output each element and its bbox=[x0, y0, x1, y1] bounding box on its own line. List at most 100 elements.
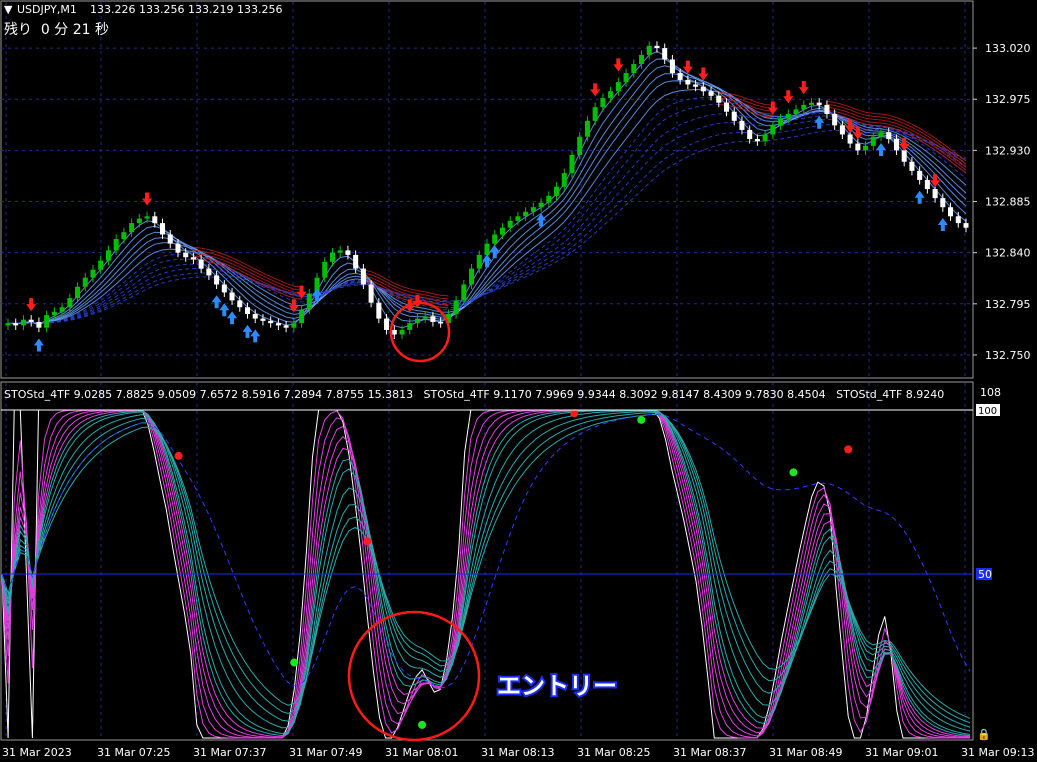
candle-body bbox=[584, 120, 590, 137]
candle-body bbox=[453, 300, 459, 315]
candle-body bbox=[275, 323, 281, 326]
candle-body bbox=[476, 254, 482, 269]
candle-body bbox=[901, 150, 907, 162]
candle-body bbox=[306, 293, 312, 310]
candle-body bbox=[870, 136, 876, 146]
time-tick-label: 31 Mar 09:01 bbox=[865, 746, 938, 759]
price-tick-label: 132.975 bbox=[985, 93, 1031, 106]
candle-body bbox=[685, 79, 691, 85]
candle-body bbox=[893, 139, 899, 151]
candle-body bbox=[523, 211, 529, 217]
ohlc-quote: 133.226 133.256 133.219 133.256 bbox=[90, 3, 282, 16]
candle-body bbox=[963, 223, 969, 228]
price-tick-label: 132.795 bbox=[985, 298, 1031, 311]
candle-body bbox=[391, 329, 397, 335]
time-tick-label: 31 Mar 07:49 bbox=[289, 746, 362, 759]
ma-line-down bbox=[440, 297, 449, 300]
candle-body bbox=[855, 143, 861, 151]
candle-body bbox=[662, 48, 668, 60]
candle-body bbox=[345, 250, 351, 255]
lock-icon: 🔒 bbox=[977, 728, 991, 741]
candle-body bbox=[121, 232, 127, 240]
time-axis: 31 Mar 2023 31 Mar 07:25 31 Mar 07:37 31 Ma… bbox=[2, 746, 1034, 759]
candle-body bbox=[175, 243, 181, 253]
candle-body bbox=[808, 102, 814, 105]
candle-body bbox=[731, 111, 737, 121]
trading-chart[interactable]: 133.020 132.975 132.930 132.885 132.840 132.7… bbox=[0, 0, 1037, 762]
candle-body bbox=[631, 64, 637, 74]
ma-line-down bbox=[873, 121, 882, 124]
candle-body bbox=[160, 223, 166, 235]
candle-body bbox=[948, 207, 954, 217]
candle-body bbox=[283, 325, 289, 328]
candle-body bbox=[469, 268, 475, 285]
candle-body bbox=[5, 323, 11, 326]
candle-body bbox=[113, 239, 119, 251]
candle-body bbox=[600, 98, 606, 108]
indicator-title: STOStd_4TF 9.0285 7.8825 9.0509 7.6572 8… bbox=[4, 388, 944, 401]
sell-signal-dot bbox=[174, 451, 183, 460]
candle-body bbox=[669, 59, 675, 74]
candle-body bbox=[747, 129, 753, 140]
candle-body bbox=[67, 298, 73, 308]
candle-body bbox=[700, 86, 706, 92]
candle-body bbox=[438, 321, 444, 324]
candle-body bbox=[44, 315, 50, 328]
candle-body bbox=[368, 284, 374, 303]
candle-body bbox=[82, 277, 88, 287]
candle-body bbox=[507, 220, 513, 228]
indicator-panel[interactable] bbox=[0, 381, 974, 741]
candle-body bbox=[770, 125, 776, 135]
candle-body bbox=[484, 243, 490, 255]
candle-body bbox=[530, 207, 536, 212]
candle-body bbox=[360, 268, 366, 285]
time-tick-label: 31 Mar 08:25 bbox=[577, 746, 650, 759]
price-tick-label: 133.020 bbox=[985, 42, 1031, 55]
candle-body bbox=[299, 309, 305, 324]
candle-body bbox=[499, 227, 505, 235]
candle-body bbox=[376, 302, 382, 319]
candle-body bbox=[90, 269, 96, 278]
candle-body bbox=[190, 257, 196, 260]
candle-body bbox=[847, 134, 853, 144]
candle-body bbox=[816, 102, 822, 105]
candle-body bbox=[51, 311, 57, 316]
candle-body bbox=[793, 109, 799, 115]
candle-body bbox=[252, 314, 258, 319]
collapse-triangle-icon[interactable]: ▼ bbox=[4, 3, 13, 16]
candle-body bbox=[677, 73, 683, 80]
candle-body bbox=[329, 252, 335, 262]
entry-label: エントリー bbox=[497, 672, 617, 700]
candle-body bbox=[538, 202, 544, 208]
indicator-level-top: 108 bbox=[980, 386, 1001, 399]
symbol-label: USDJPY,M1 bbox=[17, 3, 77, 16]
candle-body bbox=[214, 275, 220, 285]
countdown-timer: 残り 0 分 21 秒 bbox=[4, 22, 109, 38]
candle-body bbox=[955, 216, 961, 224]
candle-body bbox=[461, 284, 467, 301]
candle-body bbox=[20, 319, 26, 326]
time-tick-label: 31 Mar 08:49 bbox=[769, 746, 842, 759]
candle-body bbox=[924, 179, 930, 190]
candle-body bbox=[136, 218, 142, 224]
candle-body bbox=[414, 318, 420, 324]
candle-body bbox=[268, 320, 274, 324]
candle-body bbox=[554, 186, 560, 196]
price-axis: 133.020 132.975 132.930 132.885 132.840 132.7… bbox=[973, 42, 1031, 362]
candle-body bbox=[839, 125, 845, 135]
ma-line-down bbox=[440, 300, 449, 303]
candle-body bbox=[237, 300, 243, 308]
candle-body bbox=[778, 118, 784, 126]
candle-body bbox=[615, 82, 621, 92]
candle-body bbox=[940, 198, 946, 208]
candle-body bbox=[353, 254, 359, 269]
buy-signal-dot bbox=[418, 720, 427, 729]
candle-body bbox=[909, 161, 915, 171]
candle-body bbox=[646, 45, 652, 55]
price-panel[interactable] bbox=[0, 0, 974, 379]
price-tick-label: 132.840 bbox=[985, 247, 1031, 260]
time-tick-label: 31 Mar 07:37 bbox=[193, 746, 266, 759]
candle-body bbox=[337, 250, 343, 253]
time-tick-label: 31 Mar 08:13 bbox=[481, 746, 554, 759]
candle-body bbox=[198, 259, 204, 269]
